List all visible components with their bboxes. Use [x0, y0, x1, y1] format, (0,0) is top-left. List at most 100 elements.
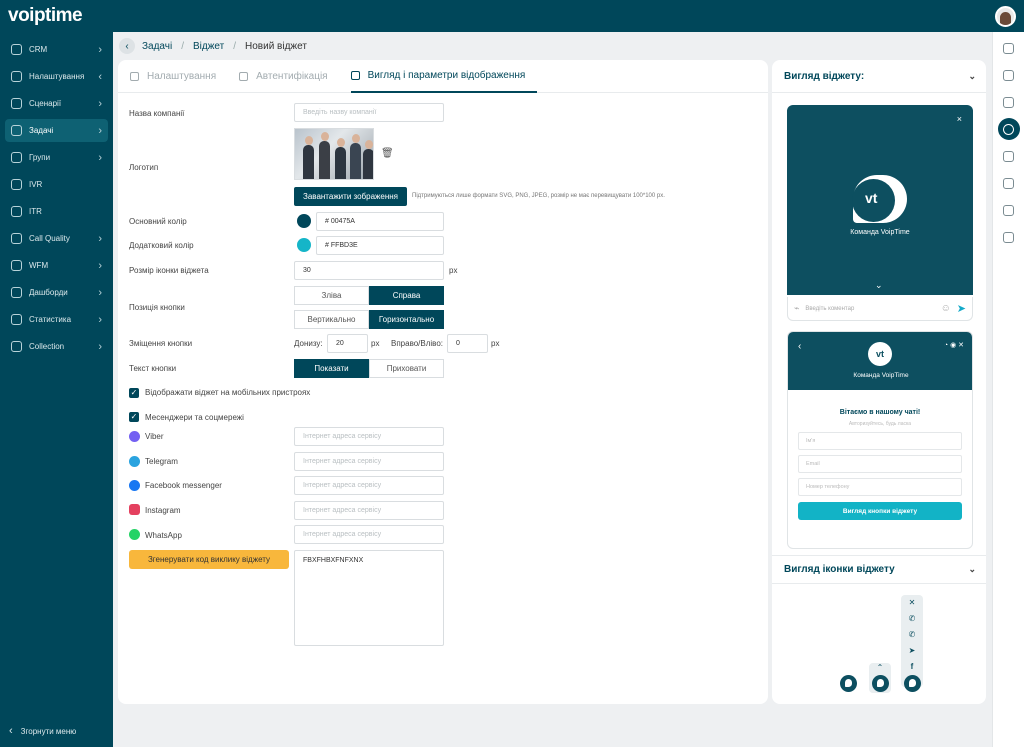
- facebook-url-input[interactable]: Інтернет адреса сервісу: [294, 476, 444, 495]
- telegram-icon: [129, 456, 140, 467]
- company-input[interactable]: Введіть назву компанії: [294, 103, 444, 122]
- primary-color-swatch[interactable]: [297, 214, 311, 228]
- sidebar-item-statistics[interactable]: Статистика ›: [5, 308, 108, 331]
- offset-side-input[interactable]: 0: [447, 334, 488, 353]
- sidebar-item-groups[interactable]: Групи ›: [5, 146, 108, 169]
- icon-size-input[interactable]: 30: [294, 261, 444, 280]
- sidebar-item-dashboards[interactable]: Дашборди ›: [5, 281, 108, 304]
- sidebar-item-tasks[interactable]: Задачі ›: [5, 119, 108, 142]
- chevron-left-icon: ‹: [98, 70, 102, 83]
- preview-header[interactable]: Вигляд віджету: ⌄: [772, 60, 986, 93]
- gear-icon: [11, 71, 22, 82]
- instagram-url-input[interactable]: Інтернет адреса сервісу: [294, 501, 444, 520]
- widget-bubble-icon: [904, 675, 921, 692]
- app-logo[interactable]: voiptime: [8, 5, 83, 27]
- chevron-right-icon: ›: [98, 232, 102, 245]
- position-right-button[interactable]: Справа: [369, 286, 444, 305]
- chat-icon[interactable]: [998, 145, 1020, 167]
- sidebar: CRM › Налаштування ‹ Сценарії › Задачі › Гру…: [0, 32, 113, 747]
- position-label: Позиція кнопки: [129, 303, 185, 312]
- collapse-menu-button[interactable]: ‹ Згорнути меню: [9, 725, 76, 737]
- tab-bar: Налаштування Автентифікація Вигляд і пар…: [118, 60, 768, 93]
- comment-bar: ⌁ Введіть коментар ☺ ➤: [787, 297, 973, 321]
- sidebar-item-wfm[interactable]: WFM ›: [5, 254, 108, 277]
- show-text-button[interactable]: Показати: [294, 359, 369, 378]
- dashboard-icon: [11, 287, 22, 298]
- position-left-button[interactable]: Зліва: [294, 286, 369, 305]
- vertical-button[interactable]: Вертикально: [294, 310, 369, 329]
- viber-url-input[interactable]: Інтернет адреса сервісу: [294, 427, 444, 446]
- auth-icon: [239, 72, 249, 81]
- offset-down-input[interactable]: 20: [327, 334, 368, 353]
- name-field: Ім'я: [798, 432, 962, 450]
- secondary-color-label: Додатковий колір: [129, 241, 194, 250]
- sidebar-item-collection[interactable]: Collection ›: [5, 335, 108, 358]
- sidebar-item-call-quality[interactable]: Call Quality ›: [5, 227, 108, 250]
- breadcrumb-widget[interactable]: Віджет: [193, 41, 224, 52]
- close-icon: ✕: [908, 598, 916, 607]
- upload-image-button[interactable]: Завантажити зображення: [294, 187, 407, 206]
- primary-color-input[interactable]: # 00475A: [316, 212, 444, 231]
- sidebar-item-itr[interactable]: ITR: [5, 200, 108, 223]
- chevron-left-icon: ‹: [9, 725, 13, 737]
- chevron-right-icon: ›: [98, 340, 102, 353]
- secondary-color-input[interactable]: # FFBD3E: [316, 236, 444, 255]
- bell-icon[interactable]: [998, 37, 1020, 59]
- paperclip-icon: ⌁: [794, 303, 800, 313]
- call-quality-icon: [11, 233, 22, 244]
- generate-code-button[interactable]: Згенерувати код виклику віджету: [129, 550, 289, 569]
- upload-hint: Підтримуються лише формати SVG, PNG, JPE…: [412, 193, 665, 199]
- horizontal-button[interactable]: Горизонтально: [369, 310, 444, 329]
- chevron-right-icon: ›: [98, 97, 102, 110]
- tasks-icon: [11, 125, 22, 136]
- clock-icon[interactable]: [997, 118, 1020, 140]
- facebook-icon: [129, 480, 140, 491]
- icon-size-label: Розмір іконки віджета: [129, 266, 209, 275]
- code-textarea[interactable]: FBXFHBXFNFXNX: [294, 550, 444, 646]
- collection-icon: [11, 341, 22, 352]
- settings-icon: [130, 72, 139, 81]
- chevron-right-icon: ›: [98, 313, 102, 326]
- breadcrumb: ‹ Задачі / Віджет / Новий віджет: [119, 38, 307, 54]
- chevron-down-icon: ⌄: [968, 70, 976, 81]
- widget-logo: vt: [868, 342, 892, 366]
- sidebar-item-settings[interactable]: Налаштування ‹: [5, 65, 108, 88]
- tab-appearance[interactable]: Вигляд і параметри відображення: [350, 60, 538, 93]
- whatsapp-url-input[interactable]: Інтернет адреса сервісу: [294, 525, 444, 544]
- mobile-checkbox[interactable]: ✓: [129, 388, 139, 398]
- tab-authentication[interactable]: Автентифікація: [239, 60, 339, 93]
- telegram-url-input[interactable]: Інтернет адреса сервісу: [294, 452, 444, 471]
- chevron-right-icon: ›: [98, 124, 102, 137]
- user-avatar[interactable]: [995, 5, 1016, 27]
- widget-collapsed-preview: × vt Команда VoipTime ⌄: [787, 105, 973, 295]
- wfm-icon: [11, 260, 22, 271]
- sidebar-item-ivr[interactable]: IVR: [5, 173, 108, 196]
- itr-icon: [11, 206, 22, 217]
- mail-icon[interactable]: [998, 199, 1020, 221]
- company-label: Назва компанії: [129, 109, 185, 118]
- email-field: Email: [798, 455, 962, 473]
- trash-icon[interactable]: 🗑: [381, 148, 394, 159]
- crm-icon: [11, 44, 22, 55]
- tab-settings[interactable]: Налаштування: [130, 60, 228, 93]
- ivr-icon: [11, 179, 22, 190]
- calendar-icon[interactable]: [998, 172, 1020, 194]
- groups-icon: [11, 152, 22, 163]
- back-button[interactable]: ‹: [119, 38, 135, 54]
- sidebar-item-crm[interactable]: CRM ›: [5, 38, 108, 61]
- icon-preview-header[interactable]: Вигляд іконки віджету ⌄: [772, 555, 986, 584]
- document-icon[interactable]: [998, 91, 1020, 113]
- appearance-icon: [350, 71, 360, 80]
- chevron-left-icon: ‹: [798, 341, 802, 352]
- breadcrumb-tasks[interactable]: Задачі: [142, 41, 172, 52]
- messengers-checkbox[interactable]: ✓: [129, 412, 139, 422]
- hide-text-button[interactable]: Приховати: [369, 359, 444, 378]
- logo-preview-image: [294, 128, 374, 180]
- send-icon: ➤: [956, 303, 966, 315]
- messages-icon[interactable]: [998, 226, 1020, 248]
- phone-icon[interactable]: [998, 64, 1020, 86]
- widget-logo: vt: [852, 175, 907, 223]
- instagram-icon: [129, 504, 140, 515]
- secondary-color-swatch[interactable]: [297, 238, 311, 252]
- sidebar-item-scenarios[interactable]: Сценарії ›: [5, 92, 108, 115]
